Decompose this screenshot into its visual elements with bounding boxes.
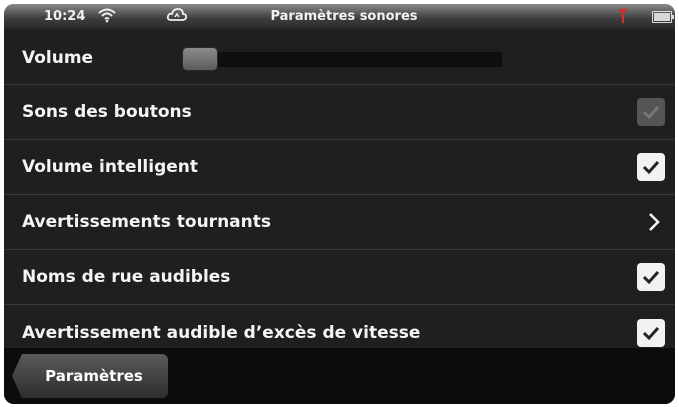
chevron-right-icon[interactable] <box>647 212 661 232</box>
bottom-bar: Paramètres <box>4 348 675 404</box>
check-icon <box>642 160 660 175</box>
volume-row: Volume <box>4 30 675 85</box>
check-icon <box>642 326 660 340</box>
volume-intelligent-label: Volume intelligent <box>22 157 198 177</box>
check-icon <box>642 105 660 120</box>
status-bar: 10:24 Paramètres sonores <box>4 4 675 30</box>
sons-des-boutons-checkbox[interactable] <box>637 98 665 126</box>
settings-list: Volume Sons des boutons Volume intellige… <box>4 30 675 360</box>
noms-de-rue-row[interactable]: Noms de rue audibles <box>4 250 675 305</box>
noms-de-rue-checkbox[interactable] <box>637 263 665 291</box>
cloud-icon <box>166 8 188 21</box>
battery-icon <box>652 11 674 23</box>
wifi-icon <box>98 8 116 23</box>
gps-icon <box>618 9 628 23</box>
volume-slider[interactable] <box>184 52 502 67</box>
volume-intelligent-checkbox[interactable] <box>637 153 665 181</box>
back-button[interactable]: Paramètres <box>12 354 168 398</box>
sons-des-boutons-label: Sons des boutons <box>22 102 192 122</box>
noms-de-rue-label: Noms de rue audibles <box>22 267 231 287</box>
page-title: Paramètres sonores <box>270 9 418 24</box>
check-icon <box>642 270 660 285</box>
volume-intelligent-row[interactable]: Volume intelligent <box>4 140 675 195</box>
sons-des-boutons-row[interactable]: Sons des boutons <box>4 85 675 140</box>
exces-de-vitesse-checkbox[interactable] <box>637 318 665 347</box>
volume-label: Volume <box>22 48 94 68</box>
device-screen: 10:24 Paramètres sonores Volume Sons des… <box>4 4 675 404</box>
avertissements-tournants-row[interactable]: Avertissements tournants <box>4 195 675 250</box>
exces-de-vitesse-label: Avertissement audible d’excès de vitesse <box>22 322 421 343</box>
volume-slider-thumb[interactable] <box>182 47 218 71</box>
status-time: 10:24 <box>44 9 86 24</box>
avertissements-tournants-label: Avertissements tournants <box>22 212 271 232</box>
